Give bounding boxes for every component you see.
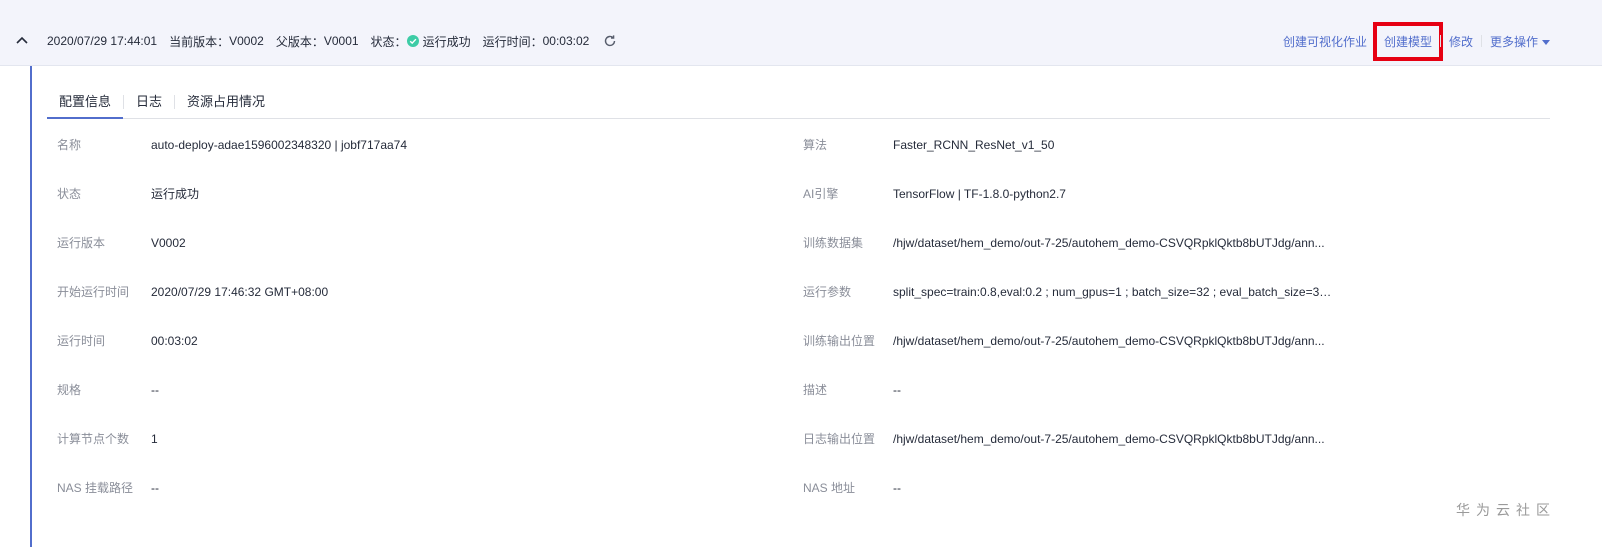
detail-label: 名称 — [57, 138, 82, 152]
detail-value: -- — [893, 383, 901, 397]
status-text: 运行成功 — [422, 34, 471, 49]
detail-value: 运行成功 — [151, 187, 200, 201]
status-label: 状态： — [370, 34, 407, 49]
detail-label: NAS 挂载路径 — [57, 481, 134, 495]
tab-resource-usage[interactable]: 资源占用情况 — [175, 92, 277, 118]
detail-value: -- — [151, 383, 159, 397]
detail-row: 名称 auto-deploy-adae1596002348320 | jobf7… — [57, 136, 1557, 154]
parent-version: V0001 — [323, 34, 359, 48]
detail-value: -- — [151, 481, 159, 495]
action-divider — [1374, 35, 1376, 47]
current-version-label: 当前版本： — [169, 34, 230, 49]
detail-row: 状态 运行成功 AI引擎 TensorFlow | TF-1.8.0-pytho… — [57, 185, 1557, 203]
detail-label: 日志输出位置 — [803, 432, 876, 446]
run-datetime: 2020/07/29 17:44:01 — [47, 34, 158, 48]
detail-label: 开始运行时间 — [57, 285, 130, 299]
tab-config-info[interactable]: 配置信息 — [47, 92, 124, 119]
create-model-link[interactable]: 创建模型 — [1372, 21, 1443, 61]
detail-row: 计算节点个数 1 日志输出位置 /hjw/dataset/hem_demo/ou… — [57, 430, 1557, 448]
detail-label: 规格 — [57, 383, 82, 397]
modify-link[interactable]: 修改 — [1449, 33, 1473, 50]
runtime-label: 运行时间： — [482, 34, 543, 49]
detail-label: 训练数据集 — [803, 236, 864, 250]
expanded-indicator-bar — [30, 66, 32, 547]
watermark-logo-text: 华为云社区 — [1456, 503, 1556, 519]
detail-label: 计算节点个数 — [57, 432, 130, 446]
job-version-header: 2020/07/29 17:44:01 当前版本： V0002 父版本： V00… — [0, 0, 1602, 66]
current-version: V0002 — [229, 34, 264, 48]
detail-row: 开始运行时间 2020/07/29 17:46:32 GMT+08:00 运行参… — [57, 283, 1557, 301]
action-divider — [1480, 35, 1482, 47]
detail-label: 运行版本 — [57, 236, 106, 250]
runtime-value: 00:03:02 — [542, 34, 590, 48]
detail-label: AI引擎 — [803, 187, 839, 201]
detail-label: 算法 — [803, 138, 828, 152]
detail-label: 训练输出位置 — [803, 334, 876, 348]
detail-label: 运行时间 — [57, 334, 106, 348]
more-actions-label: 更多操作 — [1489, 34, 1538, 49]
detail-row: 规格 -- 描述 -- — [57, 381, 1557, 399]
check-circle-icon — [406, 35, 419, 47]
detail-value: 2020/07/29 17:46:32 GMT+08:00 — [151, 285, 329, 299]
action-divider — [1439, 35, 1441, 47]
detail-value: split_spec=train:0.8,eval:0.2 ; num_gpus… — [893, 285, 1333, 299]
version-meta: 2020/07/29 17:44:01 当前版本： V0002 父版本： V00… — [47, 32, 617, 50]
tab-logs[interactable]: 日志 — [124, 92, 174, 118]
detail-value: /hjw/dataset/hem_demo/out-7-25/autohem_d… — [893, 334, 1325, 348]
caret-down-icon — [1542, 39, 1550, 45]
detail-label: 描述 — [803, 383, 828, 397]
detail-tabs: 配置信息 日志 资源占用情况 — [47, 92, 1550, 119]
detail-value: /hjw/dataset/hem_demo/out-7-25/autohem_d… — [893, 236, 1325, 250]
detail-value: -- — [893, 481, 901, 495]
header-actions: 创建可视化作业 创建模型 修改 更多操作 — [1283, 21, 1550, 61]
detail-value: V0002 — [151, 236, 186, 250]
detail-row: 运行时间 00:03:02 训练输出位置 /hjw/dataset/hem_de… — [57, 332, 1557, 350]
detail-row: 运行版本 V0002 训练数据集 /hjw/dataset/hem_demo/o… — [57, 234, 1557, 252]
detail-row: NAS 挂载路径 -- NAS 地址 -- — [57, 479, 1557, 497]
refresh-icon[interactable] — [603, 34, 617, 48]
detail-value: auto-deploy-adae1596002348320 | jobf717a… — [151, 138, 408, 152]
detail-value: 00:03:02 — [151, 334, 198, 348]
parent-version-label: 父版本： — [275, 34, 324, 49]
create-visual-job-link[interactable]: 创建可视化作业 — [1283, 33, 1367, 50]
chevron-up-icon[interactable] — [14, 32, 30, 48]
detail-label: NAS 地址 — [803, 481, 856, 495]
detail-label: 运行参数 — [803, 285, 852, 299]
more-actions-dropdown[interactable]: 更多操作 — [1490, 33, 1550, 50]
detail-value: /hjw/dataset/hem_demo/out-7-25/autohem_d… — [893, 432, 1325, 446]
detail-value: TensorFlow | TF-1.8.0-python2.7 — [893, 187, 1066, 201]
detail-value: 1 — [151, 432, 158, 446]
detail-value: Faster_RCNN_ResNet_v1_50 — [893, 138, 1055, 152]
detail-label: 状态 — [57, 187, 82, 201]
